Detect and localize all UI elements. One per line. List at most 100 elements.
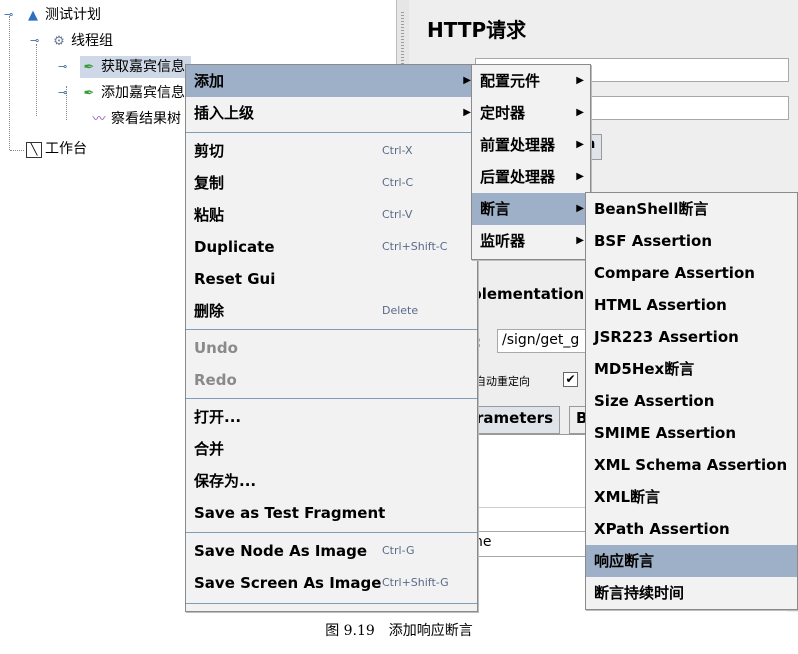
submenu-arrow-icon: ▶ [576,139,584,150]
tree-node-sampler-add[interactable]: ✒ 添加嘉宾信息 [80,82,185,104]
menu-item-post-processor[interactable]: 后置处理器 ▶ [472,161,590,193]
tree-node-label: 察看结果树 [111,111,181,127]
menu-item-label: Duplicate [194,238,275,256]
menu-item-beanshell-assertion[interactable]: BeanShell断言 [586,193,797,225]
tree-node-test-plan[interactable]: ▲ 测试计划 [24,4,101,26]
assertion-submenu: BeanShell断言 BSF Assertion Compare Assert… [585,192,798,610]
menu-item-paste[interactable]: 粘贴 Ctrl-V [186,199,477,231]
menu-item-save-screen-image[interactable]: Save Screen As Image Ctrl+Shift-G [186,567,477,599]
workbench-icon: ╲ [26,142,42,158]
tree-node-results-tree[interactable]: 〰察看结果树 [90,108,181,130]
implementation-label: plementation: [471,285,591,303]
menu-item-copy[interactable]: 复制 Ctrl-C [186,167,477,199]
chart-icon: 〰 [92,112,106,127]
submenu-arrow-icon: ▶ [463,107,471,118]
menu-separator [186,603,477,604]
menu-item-label: 删除 [194,302,225,320]
tree-node-label: 测试计划 [45,7,101,23]
menu-item-label: HTML Assertion [594,296,727,314]
tab-parameters[interactable]: rameters [469,406,560,434]
menu-item-delete[interactable]: 删除 Delete [186,295,477,327]
menu-item-label: 后置处理器 [480,168,556,186]
menu-item-open[interactable]: 打开... [186,401,477,433]
menu-item-label: 剪切 [194,142,225,160]
tree-guide-line [10,150,24,151]
menu-item-label: 保存为... [194,472,257,490]
menu-item-label: Save Node As Image [194,542,368,560]
menu-item-label: 配置元件 [480,72,541,90]
menu-item-label: XML Schema Assertion [594,456,788,474]
menu-item-label: 粘贴 [194,206,225,224]
menu-item-label: Redo [194,371,237,389]
shortcut-text: Ctrl-C [382,176,414,189]
path-value: /sign/get_g [502,332,580,348]
tree-node-label: 获取嘉宾信息 [101,59,185,75]
menu-item-label: Compare Assertion [594,264,755,282]
shortcut-text: Ctrl+Shift-C [382,240,448,253]
menu-item-save-as-fragment[interactable]: Save as Test Fragment [186,497,477,529]
menu-item-timer[interactable]: 定时器 ▶ [472,97,590,129]
add-submenu: 配置元件 ▶ 定时器 ▶ 前置处理器 ▶ 后置处理器 ▶ 断言 ▶ 监听器 ▶ [471,64,591,260]
submenu-arrow-icon: ▶ [576,107,584,118]
menu-item-label: 插入上级 [194,104,255,122]
menu-item-label: Reset Gui [194,270,276,288]
menu-item-label: BSF Assertion [594,232,713,250]
menu-item-label: BeanShell断言 [594,200,709,218]
menu-item-size-assertion[interactable]: Size Assertion [586,385,797,417]
shortcut-text: Ctrl-G [382,544,415,557]
menu-item-duplicate[interactable]: Duplicate Ctrl+Shift-C [186,231,477,263]
tree-node-workbench[interactable]: ╲ 工作台 [26,138,87,160]
menu-item-label: 合并 [194,440,225,458]
menu-item-compare-assertion[interactable]: Compare Assertion [586,257,797,289]
tree-node-label: 添加嘉宾信息 [101,85,185,101]
menu-item-merge[interactable]: 合并 [186,433,477,465]
menu-item-label: JSR223 Assertion [594,328,739,346]
menu-item-xml-schema-assertion[interactable]: XML Schema Assertion [586,449,797,481]
menu-item-label: 响应断言 [594,552,655,570]
menu-item-duration-assertion[interactable]: 断言持续时间 [586,577,797,609]
menu-item-assertions[interactable]: 断言 ▶ [472,193,590,225]
menu-item-listener[interactable]: 监听器 ▶ [472,225,590,257]
tree-node-thread-group[interactable]: ⚙ 线程组 [50,30,113,52]
menu-item-label: XPath Assertion [594,520,730,538]
menu-item-save-as[interactable]: 保存为... [186,465,477,497]
menu-item-label: 断言 [480,200,511,218]
menu-item-reset-gui[interactable]: Reset Gui [186,263,477,295]
menu-item-add[interactable]: 添加 ▶ [186,65,477,97]
tree-node-sampler-get[interactable]: ✒ 获取嘉宾信息 [80,56,191,78]
menu-item-label: 断言持续时间 [594,584,685,602]
menu-item-insert-parent[interactable]: 插入上级 ▶ [186,97,477,129]
menu-item-response-assertion[interactable]: 响应断言 [586,545,797,577]
shortcut-text: Ctrl+Shift-G [382,576,449,589]
menu-item-xpath-assertion[interactable]: XPath Assertion [586,513,797,545]
submenu-arrow-icon: ▶ [576,171,584,182]
tree-node-label: 线程组 [71,33,113,49]
menu-item-label: SMIME Assertion [594,424,737,442]
menu-item-save-node-image[interactable]: Save Node As Image Ctrl-G [186,535,477,567]
menu-item-xml-assertion[interactable]: XML断言 [586,481,797,513]
menu-item-cut[interactable]: 剪切 Ctrl-X [186,135,477,167]
menu-item-config-element[interactable]: 配置元件 ▶ [472,65,590,97]
collapse-toggle-icon[interactable]: ⊸ [30,34,39,47]
menu-item-label: 复制 [194,174,225,192]
submenu-arrow-icon: ▶ [576,75,584,86]
submenu-arrow-icon: ▶ [576,203,584,214]
redirect-checkbox[interactable]: ✔ [563,372,578,387]
figure-caption: 图 9.19 添加响应断言 [325,623,473,639]
menu-item-label: XML断言 [594,488,661,506]
menu-item-smime-assertion[interactable]: SMIME Assertion [586,417,797,449]
menu-item-md5hex-assertion[interactable]: MD5Hex断言 [586,353,797,385]
menu-item-html-assertion[interactable]: HTML Assertion [586,289,797,321]
menu-item-bsf-assertion[interactable]: BSF Assertion [586,225,797,257]
menu-item-label: 定时器 [480,104,526,122]
expand-toggle-icon[interactable]: ⊸ [58,86,67,99]
menu-item-undo: Undo [186,332,477,364]
menu-item-pre-processor[interactable]: 前置处理器 ▶ [472,129,590,161]
tree-guide-line [36,44,37,116]
expand-toggle-icon[interactable]: ⊸ [58,60,67,73]
collapse-toggle-icon[interactable]: ⊸ [4,8,13,21]
menu-item-jsr223-assertion[interactable]: JSR223 Assertion [586,321,797,353]
flask-icon: ▲ [28,8,38,23]
shortcut-text: Ctrl-V [382,208,413,221]
menu-separator [186,132,477,133]
